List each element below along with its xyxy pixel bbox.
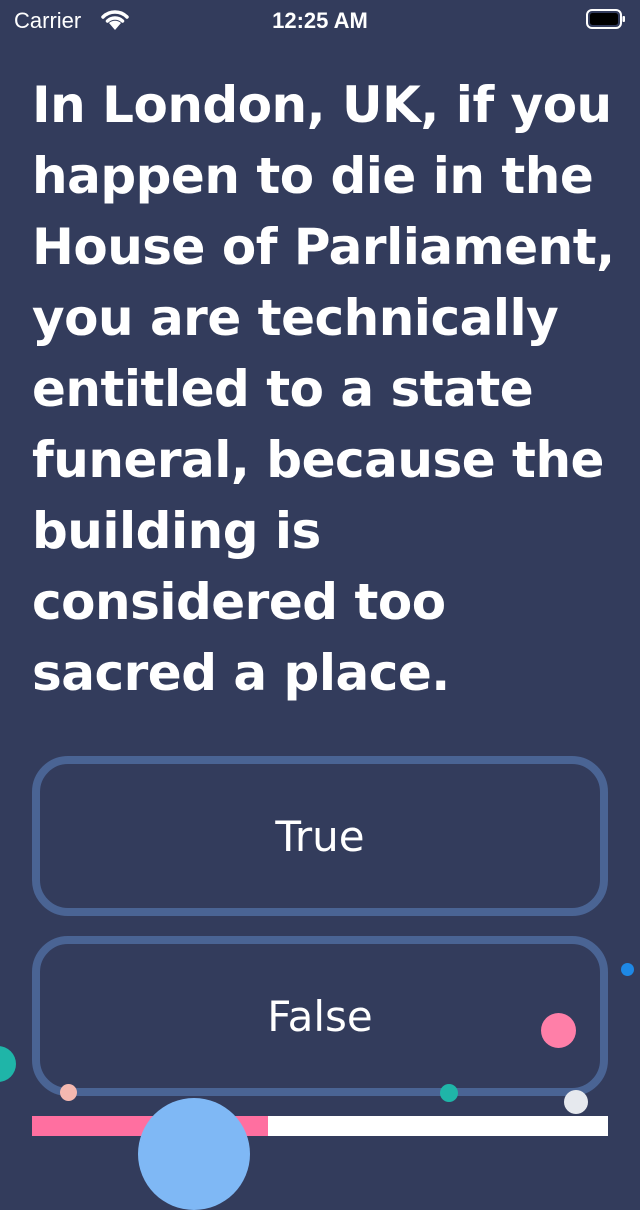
status-bar: Carrier 12:25 AM — [0, 0, 640, 40]
question-text: In London, UK, if you happen to die in t… — [32, 76, 615, 702]
progress-bar — [32, 1116, 608, 1136]
confetti-bubble-blue — [138, 1098, 250, 1210]
confetti-dot-light — [564, 1090, 588, 1114]
battery-icon — [586, 9, 626, 29]
confetti-dot-peach — [60, 1084, 77, 1101]
confetti-dot-blue-right — [621, 963, 634, 976]
confetti-dot-pink — [541, 1013, 576, 1048]
false-button[interactable]: False — [32, 936, 608, 1096]
true-button[interactable]: True — [32, 756, 608, 916]
confetti-dot-teal-small — [440, 1084, 458, 1102]
status-time: 12:25 AM — [272, 8, 368, 33]
confetti-dot-teal-left — [0, 1046, 16, 1082]
